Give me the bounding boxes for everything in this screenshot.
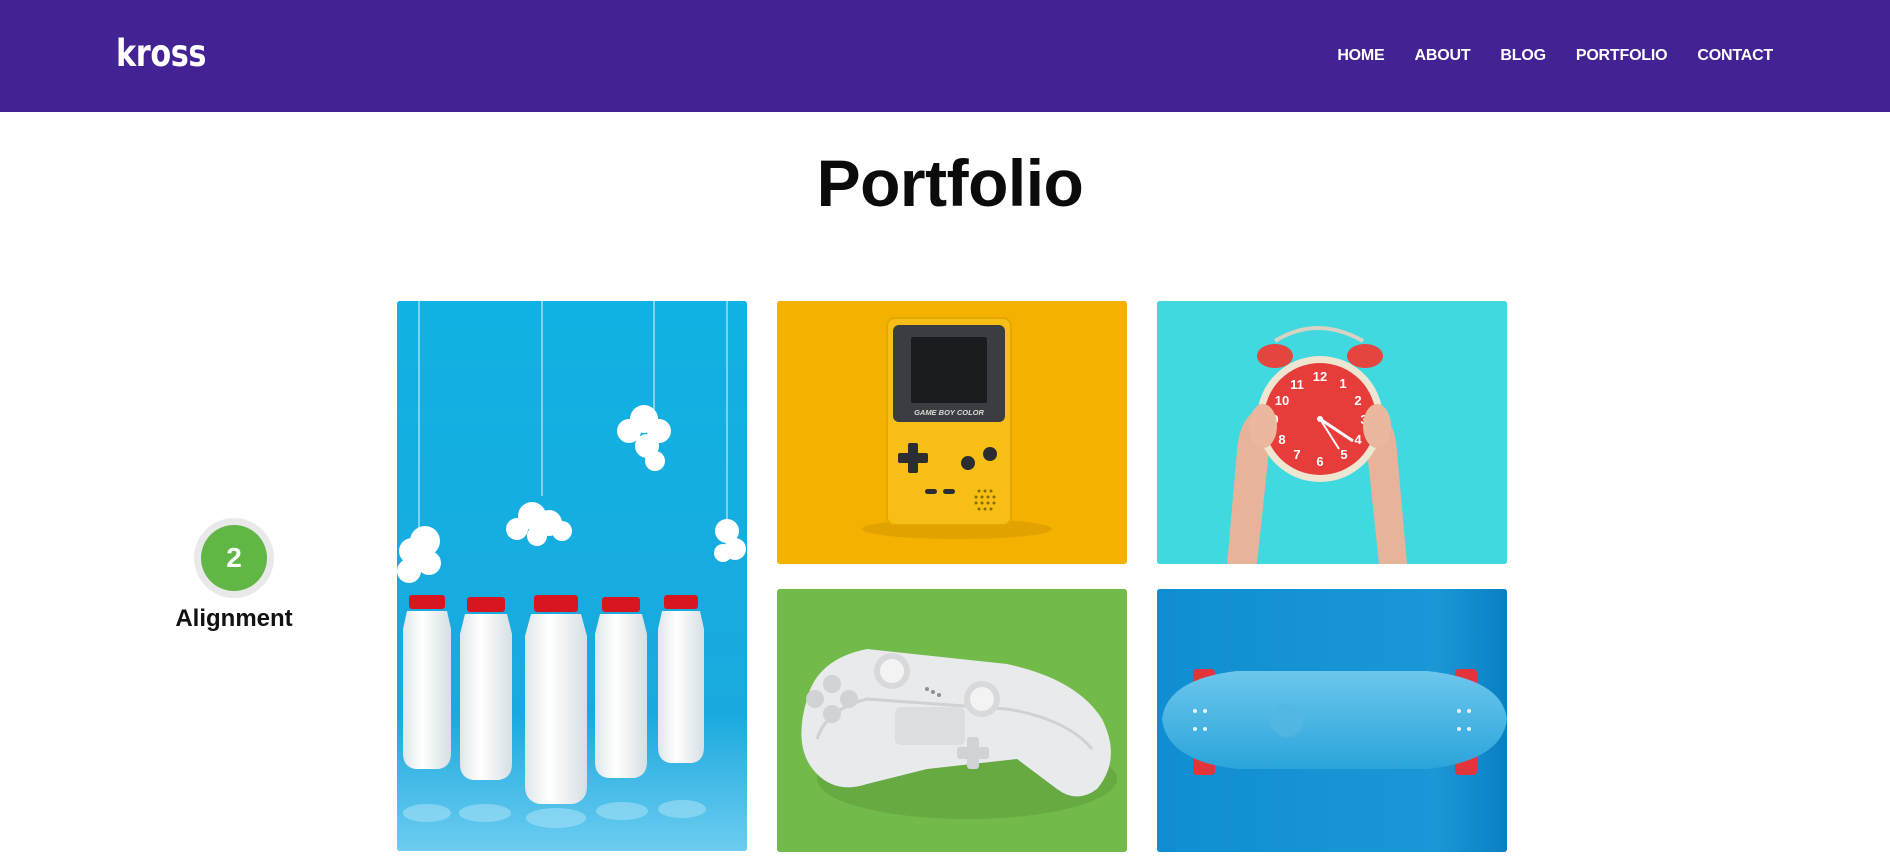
step-label: Alignment — [175, 605, 293, 632]
svg-text:6: 6 — [1316, 454, 1323, 469]
svg-text:5: 5 — [1340, 447, 1347, 462]
svg-text:7: 7 — [1293, 447, 1300, 462]
milk-bottles-image — [397, 301, 747, 851]
main-nav: HOME ABOUT BLOG PORTFOLIO CONTACT — [1337, 46, 1773, 66]
portfolio-item-controller[interactable] — [777, 589, 1127, 852]
nav-portfolio[interactable]: PORTFOLIO — [1576, 46, 1668, 66]
nav-home[interactable]: HOME — [1337, 46, 1384, 66]
controller-image — [777, 589, 1127, 852]
svg-text:4: 4 — [1354, 432, 1362, 447]
step-indicator: 2 Alignment — [165, 518, 303, 633]
portfolio-item-skateboard[interactable] — [1157, 589, 1507, 852]
svg-text:12: 12 — [1313, 369, 1327, 384]
svg-text:2: 2 — [1354, 393, 1361, 408]
portfolio-item-milk-bottles[interactable] — [397, 301, 747, 851]
svg-text:1: 1 — [1339, 376, 1346, 391]
skateboard-image — [1157, 589, 1507, 852]
page-title: Portfolio — [816, 146, 1084, 220]
svg-text:8: 8 — [1278, 432, 1285, 447]
game-boy-brand-text: GAME BOY COLOR — [914, 408, 984, 417]
portfolio-item-alarm-clock[interactable]: 12 1 2 3 4 5 6 7 8 9 10 11 — [1157, 301, 1507, 564]
site-header: kross HOME ABOUT BLOG PORTFOLIO CONTACT — [0, 0, 1890, 112]
svg-text:10: 10 — [1275, 393, 1289, 408]
nav-contact[interactable]: CONTACT — [1697, 46, 1773, 66]
nav-about[interactable]: ABOUT — [1415, 46, 1471, 66]
portfolio-item-game-boy[interactable]: GAME BOY COLOR — [777, 301, 1127, 564]
step-number: 2 — [201, 525, 267, 591]
step-ring: 2 — [194, 518, 274, 598]
site-logo[interactable]: kross — [116, 32, 206, 75]
svg-text:11: 11 — [1290, 377, 1304, 392]
game-boy-image: GAME BOY COLOR — [777, 301, 1127, 564]
nav-blog[interactable]: BLOG — [1500, 46, 1546, 66]
alarm-clock-image: 12 1 2 3 4 5 6 7 8 9 10 11 — [1157, 301, 1507, 564]
